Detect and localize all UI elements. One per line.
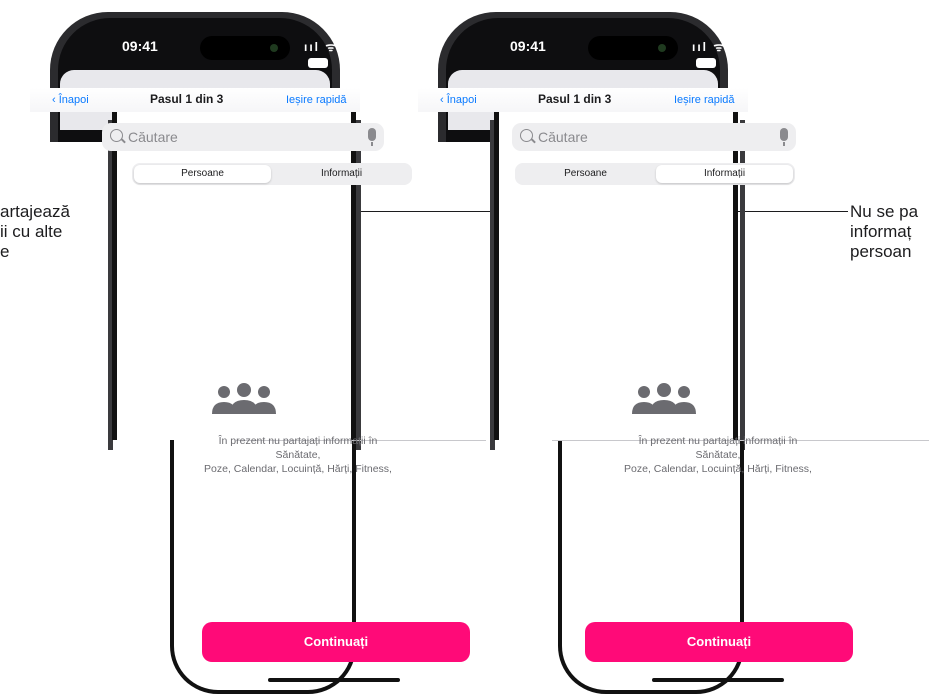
- sharing-info-text: În prezent nu partajați informații în Să…: [204, 435, 392, 475]
- battery-icon: [308, 57, 328, 68]
- navigation-bar: ‹ Înapoi Pasul 1 din 3 Ieșire rapidă: [418, 88, 748, 112]
- home-indicator: [268, 678, 400, 682]
- step-title: Pasul 1 din 3: [150, 92, 224, 106]
- search-placeholder: Căutare: [128, 129, 178, 145]
- step-title: Pasul 1 din 3: [538, 92, 612, 106]
- callout-line-right: [732, 211, 848, 212]
- home-indicator: [652, 678, 784, 682]
- continue-button[interactable]: Continuați: [585, 622, 853, 662]
- camera-indicator: [658, 44, 666, 52]
- search-icon: [110, 129, 123, 142]
- sharing-info-text: În prezent nu partajați informații în Să…: [624, 435, 812, 475]
- quick-exit-button[interactable]: Ieșire rapidă: [674, 94, 735, 106]
- tab-people[interactable]: Persoane: [134, 165, 271, 183]
- tab-information[interactable]: Informații: [656, 165, 793, 183]
- signal-wifi-icon: ııl ᯤ: [304, 40, 339, 54]
- people-group-icon: [632, 383, 696, 414]
- camera-indicator: [270, 44, 278, 52]
- microphone-icon[interactable]: [368, 128, 376, 146]
- segmented-control: Persoane Informații: [132, 163, 412, 185]
- navigation-bar: ‹ Înapoi Pasul 1 din 3 Ieșire rapidă: [30, 88, 360, 112]
- segmented-control: Persoane Informații: [515, 163, 795, 185]
- status-icons: ııl ᯤ: [692, 38, 748, 69]
- search-icon: [520, 129, 533, 142]
- search-field[interactable]: Căutare: [512, 123, 796, 151]
- battery-icon: [696, 57, 716, 68]
- right-callout-text: Nu se pa informaț persoan: [850, 202, 919, 261]
- phone-mockup-people-tab: 09:41 ııl ᯤ ‹ Înapoi Pasul 1 din 3 Ieșir…: [30, 0, 361, 694]
- microphone-icon[interactable]: [780, 128, 788, 146]
- people-group-icon: [212, 383, 276, 414]
- quick-exit-button[interactable]: Ieșire rapidă: [286, 94, 347, 106]
- continue-button[interactable]: Continuați: [202, 622, 470, 662]
- back-button[interactable]: ‹ Înapoi: [52, 94, 89, 106]
- search-placeholder: Căutare: [538, 129, 588, 145]
- status-icons: ııl ᯤ: [304, 38, 360, 69]
- tab-information[interactable]: Informații: [273, 165, 410, 183]
- tab-people[interactable]: Persoane: [517, 165, 654, 183]
- status-time: 09:41: [510, 38, 546, 54]
- status-time: 09:41: [122, 38, 158, 54]
- search-field[interactable]: Căutare: [102, 123, 384, 151]
- signal-wifi-icon: ııl ᯤ: [692, 40, 727, 54]
- phone-mockup-information-tab: 09:41 ııl ᯤ ‹ Înapoi Pasul 1 din 3 Ieșir…: [418, 0, 748, 694]
- back-button[interactable]: ‹ Înapoi: [440, 94, 477, 106]
